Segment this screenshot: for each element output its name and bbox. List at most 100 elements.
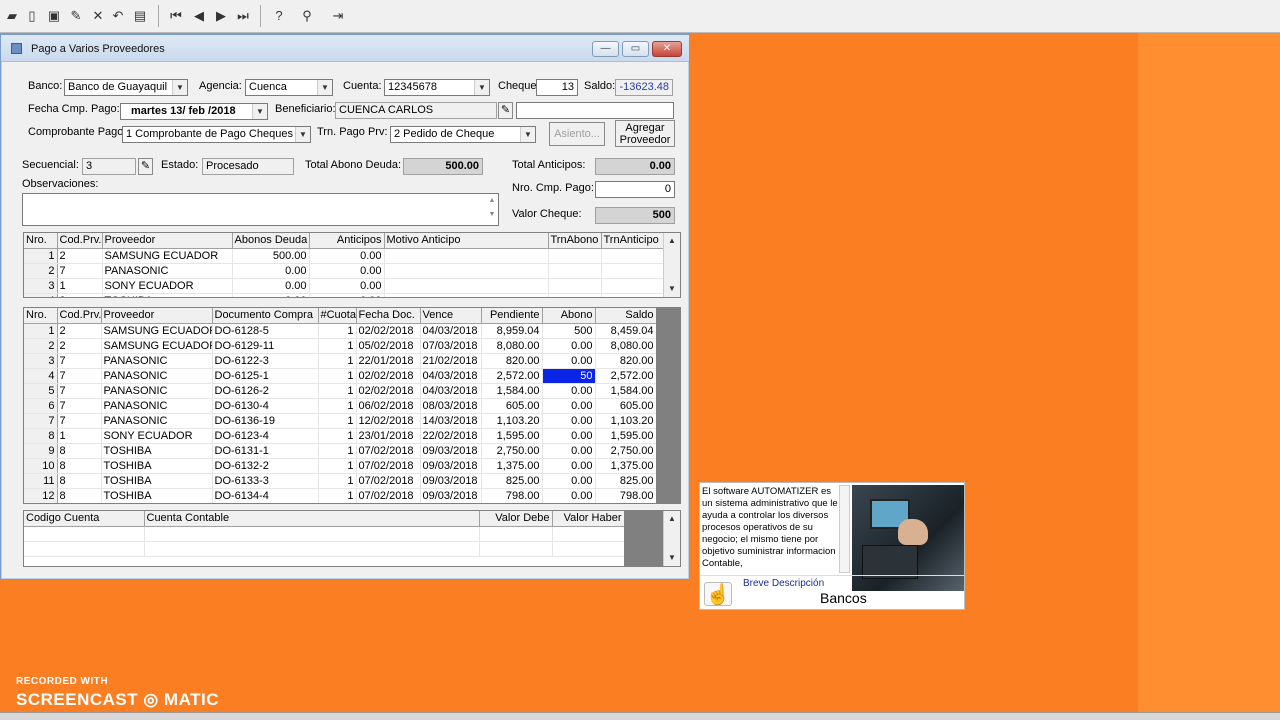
table-cell[interactable] — [548, 263, 602, 279]
save-icon[interactable]: ▣ — [44, 6, 64, 26]
table-cell[interactable] — [601, 278, 665, 294]
table-cell[interactable]: 2 — [57, 248, 103, 264]
scroll-up-icon[interactable]: ▲ — [664, 511, 680, 527]
column-header[interactable]: Valor Debe — [479, 511, 553, 527]
promo-scrollbar[interactable] — [839, 485, 850, 573]
new-document-icon[interactable]: ▯ — [22, 6, 42, 26]
table-cell[interactable]: 06/02/2018 — [356, 398, 421, 414]
table-cell[interactable]: DO-6130-4 — [212, 398, 319, 414]
column-header[interactable]: TrnAbono — [548, 233, 602, 249]
column-header[interactable]: Fecha Doc. — [356, 308, 421, 324]
table-cell[interactable]: 0.00 — [232, 293, 310, 297]
table-cell[interactable]: 7 — [57, 368, 102, 384]
open-folder-icon[interactable]: ▰ — [2, 6, 22, 26]
table-cell[interactable]: 1,584.00 — [595, 383, 657, 399]
table-cell[interactable]: 11 — [24, 473, 58, 489]
scroll-down-icon[interactable]: ▼ — [664, 281, 680, 297]
table-cell[interactable]: PANASONIC — [102, 263, 233, 279]
table-cell[interactable]: 1 — [318, 323, 357, 339]
table-cell[interactable]: 2 — [57, 323, 102, 339]
table-cell[interactable]: 21/02/2018 — [420, 353, 482, 369]
beneficiario-input[interactable]: CUENCA CARLOS — [335, 102, 497, 119]
table-cell[interactable]: DO-6131-1 — [212, 443, 319, 459]
column-header[interactable]: Valor Haber — [552, 511, 625, 527]
table-row[interactable]: 1 2 SAMSUNG ECUADOR 500.00 0.00 — [24, 248, 665, 264]
table-cell[interactable]: 2,572.00 — [595, 368, 657, 384]
table-cell[interactable]: 8 — [57, 293, 103, 297]
table-cell[interactable]: 12/02/2018 — [356, 413, 421, 429]
table-cell[interactable]: 07/03/2018 — [420, 338, 482, 354]
table-cell[interactable]: 7 — [57, 383, 102, 399]
table-cell[interactable]: 22/01/2018 — [356, 353, 421, 369]
table-cell[interactable]: 1 — [318, 473, 357, 489]
agregar-proveedor-button[interactable]: Agregar Proveedor — [615, 120, 675, 147]
table-row[interactable]: 7 7 PANASONIC DO-6136-19 1 12/02/2018 14/03/20… — [24, 413, 657, 429]
table-row[interactable]: 8 1 SONY ECUADOR DO-6123-4 1 23/01/2018 22/02/… — [24, 428, 657, 444]
fecha-date-picker[interactable]: martes 13/ feb /2018 ▼ — [120, 103, 268, 120]
table-cell[interactable]: SAMSUNG ECUADOR — [101, 338, 213, 354]
table-cell[interactable]: 1,595.00 — [481, 428, 543, 444]
table-cell[interactable]: 4 — [24, 293, 58, 297]
column-header[interactable]: Abonos Deuda — [232, 233, 310, 249]
table-cell[interactable]: TOSHIBA — [102, 293, 233, 297]
column-header[interactable]: Motivo Anticipo — [384, 233, 549, 249]
column-header[interactable]: Saldo — [595, 308, 657, 324]
table-cell[interactable]: 4 — [24, 368, 58, 384]
table-cell[interactable]: 0.00 — [542, 398, 596, 414]
table-cell[interactable]: 50 — [542, 368, 596, 384]
table-cell[interactable]: 798.00 — [481, 488, 543, 503]
table-cell[interactable] — [548, 278, 602, 294]
table-cell[interactable]: 500 — [542, 323, 596, 339]
table-cell[interactable]: 02/02/2018 — [356, 383, 421, 399]
agencia-select[interactable]: Cuenca ▼ — [245, 79, 333, 96]
table-row[interactable]: 3 7 PANASONIC DO-6122-3 1 22/01/2018 21/02/201… — [24, 353, 657, 369]
trn-pago-select[interactable]: 2 Pedido de Cheque ▼ — [390, 126, 536, 143]
column-header[interactable]: TrnAnticipo — [601, 233, 665, 249]
column-header[interactable]: Pendiente — [481, 308, 543, 324]
table-cell[interactable]: 605.00 — [481, 398, 543, 414]
table-cell[interactable]: 07/02/2018 — [356, 488, 421, 503]
textarea-scroll-arrows[interactable]: ▲ ▼ — [486, 194, 498, 225]
table-cell[interactable]: 500.00 — [232, 248, 310, 264]
table-cell[interactable]: 05/02/2018 — [356, 338, 421, 354]
table-cell[interactable]: 2 — [57, 338, 102, 354]
table-cell[interactable]: 0.00 — [542, 338, 596, 354]
table-cell[interactable] — [384, 263, 549, 279]
scroll-up-icon[interactable]: ▲ — [664, 233, 680, 249]
table-row[interactable]: 11 8 TOSHIBA DO-6133-3 1 07/02/2018 09/03/2018… — [24, 473, 657, 489]
table-row[interactable] — [24, 541, 625, 557]
table-cell[interactable]: 6 — [24, 398, 58, 414]
table-cell[interactable]: 1 — [24, 248, 58, 264]
table-cell[interactable]: 9 — [24, 443, 58, 459]
table-cell[interactable]: 1 — [318, 488, 357, 503]
table-cell[interactable]: 1,103.20 — [595, 413, 657, 429]
table-cell[interactable]: 1,584.00 — [481, 383, 543, 399]
table-cell[interactable]: 0.00 — [232, 278, 310, 294]
table-cell[interactable] — [384, 248, 549, 264]
maximize-button[interactable]: ▭ — [622, 41, 649, 57]
table-cell[interactable]: PANASONIC — [101, 413, 213, 429]
table-cell[interactable]: 09/03/2018 — [420, 473, 482, 489]
beneficiario-extra-input[interactable] — [516, 102, 674, 119]
table-cell[interactable]: 0.00 — [309, 263, 385, 279]
column-header[interactable]: Anticipos — [309, 233, 385, 249]
table-cell[interactable]: 09/03/2018 — [420, 458, 482, 474]
table-cell[interactable]: 0.00 — [309, 293, 385, 297]
table-cell[interactable]: 8 — [24, 428, 58, 444]
table-cell[interactable]: PANASONIC — [101, 398, 213, 414]
table-cell[interactable]: PANASONIC — [101, 368, 213, 384]
table-cell[interactable]: 1 — [318, 413, 357, 429]
table-cell[interactable]: 0.00 — [542, 473, 596, 489]
table-cell[interactable]: SAMSUNG ECUADOR — [101, 323, 213, 339]
table-cell[interactable]: 8,459.04 — [595, 323, 657, 339]
last-record-icon[interactable]: ⏭ — [233, 6, 253, 26]
table-cell[interactable] — [601, 263, 665, 279]
table-cell[interactable]: 1 — [318, 458, 357, 474]
scroll-down-icon[interactable]: ▼ — [664, 550, 680, 566]
table-row[interactable]: 6 7 PANASONIC DO-6130-4 1 06/02/2018 08/03/201… — [24, 398, 657, 414]
table-cell[interactable]: 0.00 — [542, 488, 596, 503]
table-cell[interactable]: 8,080.00 — [595, 338, 657, 354]
table-cell[interactable]: SONY ECUADOR — [102, 278, 233, 294]
cuenta-select[interactable]: 12345678 ▼ — [384, 79, 490, 96]
banco-select[interactable]: Banco de Guayaquil ▼ — [64, 79, 188, 96]
